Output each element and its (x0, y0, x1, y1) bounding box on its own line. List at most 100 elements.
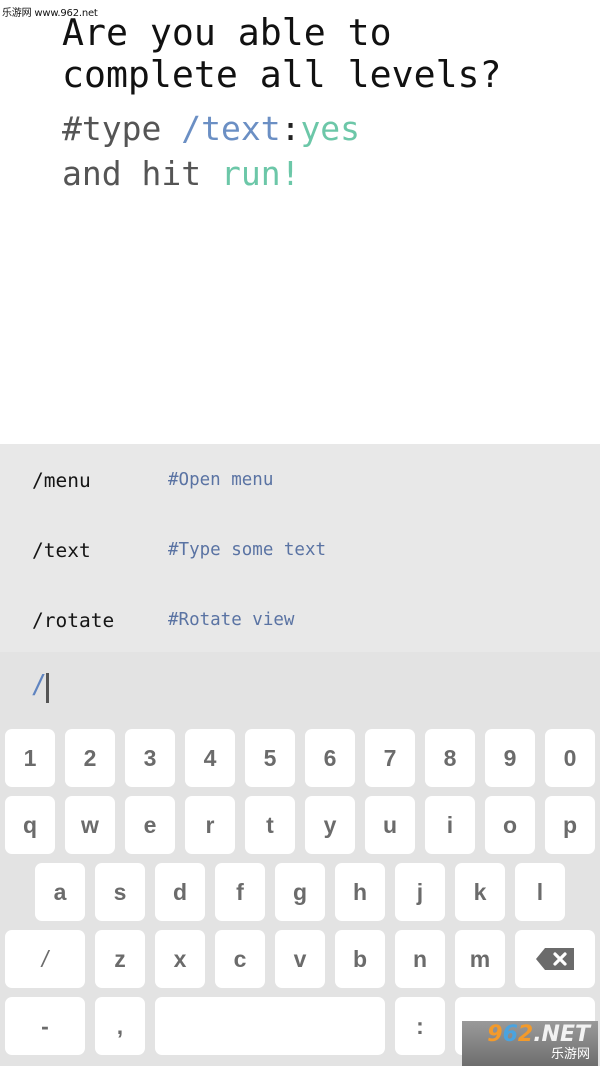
key-label: y (323, 811, 337, 838)
key-dash[interactable]: - (5, 997, 85, 1055)
key-slash[interactable]: / (5, 930, 85, 988)
key-label: m (469, 945, 491, 972)
key-label: 3 (143, 744, 157, 771)
key-label: h (352, 878, 368, 905)
key-colon[interactable]: : (395, 997, 445, 1055)
backspace-key[interactable] (515, 930, 595, 988)
key-label: p (562, 811, 578, 838)
key-x[interactable]: x (155, 930, 205, 988)
key-y[interactable]: y (305, 796, 355, 854)
key-o[interactable]: o (485, 796, 535, 854)
hint-run: run! (220, 154, 301, 193)
hint-line-1: #type /text:yes (62, 106, 502, 151)
key-w[interactable]: w (65, 796, 115, 854)
key-label: f (236, 878, 244, 905)
key-label: s (113, 878, 127, 905)
key-9[interactable]: 9 (485, 729, 535, 787)
hint-separator: : (280, 109, 301, 148)
key-label: 4 (203, 744, 217, 771)
key-label: g (292, 878, 308, 905)
key-label: q (22, 811, 38, 838)
key-d[interactable]: d (155, 863, 205, 921)
suggestion-command: /rotate (32, 608, 115, 632)
hint-value: yes (300, 109, 361, 148)
key-label: r (205, 811, 215, 838)
key-label: o (502, 811, 518, 838)
key-label: 6 (323, 744, 337, 771)
key-label: l (536, 878, 544, 905)
key-label: , (116, 1012, 124, 1039)
suggestion-description: #Rotate view (168, 610, 295, 630)
key-3[interactable]: 3 (125, 729, 175, 787)
intro-text: Are you able to complete all levels? #ty… (62, 12, 502, 196)
key-i[interactable]: i (425, 796, 475, 854)
key-label: - (41, 1012, 49, 1039)
hint-command: /text (181, 109, 281, 148)
suggestion-description: #Type some text (168, 540, 327, 560)
key-g[interactable]: g (275, 863, 325, 921)
key-p[interactable]: p (545, 796, 595, 854)
key-label: 7 (383, 744, 397, 771)
suggestion-text[interactable]: /text #Type some text (0, 515, 600, 585)
key-f[interactable]: f (215, 863, 265, 921)
key-label: 0 (563, 744, 577, 771)
hint-and-hit: and hit (62, 154, 221, 193)
key-l[interactable]: l (515, 863, 565, 921)
key-n[interactable]: n (395, 930, 445, 988)
key-label: i (446, 811, 454, 838)
key-r[interactable]: r (185, 796, 235, 854)
key-label: b (352, 945, 368, 972)
command-input-value: / (31, 670, 47, 700)
key-q[interactable]: q (5, 796, 55, 854)
key-label: : (416, 1012, 424, 1039)
key-5[interactable]: 5 (245, 729, 295, 787)
key-2[interactable]: 2 (65, 729, 115, 787)
key-0[interactable]: 0 (545, 729, 595, 787)
hint-line-2: and hit run! (62, 151, 502, 196)
suggestion-rotate[interactable]: /rotate #Rotate view (0, 585, 600, 655)
key-label: z (114, 945, 126, 972)
command-input[interactable]: / (0, 652, 600, 722)
key-label: t (266, 811, 274, 838)
suggestion-description: #Open menu (168, 470, 274, 490)
suggestion-command: /text (32, 538, 91, 562)
key-7[interactable]: 7 (365, 729, 415, 787)
key-e[interactable]: e (125, 796, 175, 854)
key-comma[interactable]: , (95, 997, 145, 1055)
text-cursor (46, 673, 49, 703)
key-label: k (473, 878, 487, 905)
key-u[interactable]: u (365, 796, 415, 854)
hint-type-label: #type (62, 109, 182, 148)
key-1[interactable]: 1 (5, 729, 55, 787)
key-v[interactable]: v (275, 930, 325, 988)
key-c[interactable]: c (215, 930, 265, 988)
suggestion-command: /menu (32, 468, 91, 492)
key-h[interactable]: h (335, 863, 385, 921)
suggestion-menu[interactable]: /menu #Open menu (0, 445, 600, 515)
key-6[interactable]: 6 (305, 729, 355, 787)
suggestion-panel: /menu #Open menu /text #Type some text /… (0, 444, 600, 652)
key-label: c (233, 945, 247, 972)
key-label: 5 (263, 744, 277, 771)
key-4[interactable]: 4 (185, 729, 235, 787)
title-line-2: complete all levels? (62, 53, 502, 96)
key-label: e (143, 811, 157, 838)
space-key[interactable] (155, 997, 385, 1055)
key-t[interactable]: t (245, 796, 295, 854)
key-label: x (173, 945, 187, 972)
key-8[interactable]: 8 (425, 729, 475, 787)
game-screen: 乐游网 www.962.net Are you able to complete… (0, 0, 600, 1066)
key-s[interactable]: s (95, 863, 145, 921)
key-label: 1 (23, 744, 37, 771)
key-a[interactable]: a (35, 863, 85, 921)
key-label: u (382, 811, 398, 838)
key-label: v (293, 945, 307, 972)
key-j[interactable]: j (395, 863, 445, 921)
key-z[interactable]: z (95, 930, 145, 988)
key-label: j (416, 878, 424, 905)
key-b[interactable]: b (335, 930, 385, 988)
key-m[interactable]: m (455, 930, 505, 988)
key-k[interactable]: k (455, 863, 505, 921)
key-label: 9 (503, 744, 517, 771)
title-line-1: Are you able to (62, 11, 392, 54)
